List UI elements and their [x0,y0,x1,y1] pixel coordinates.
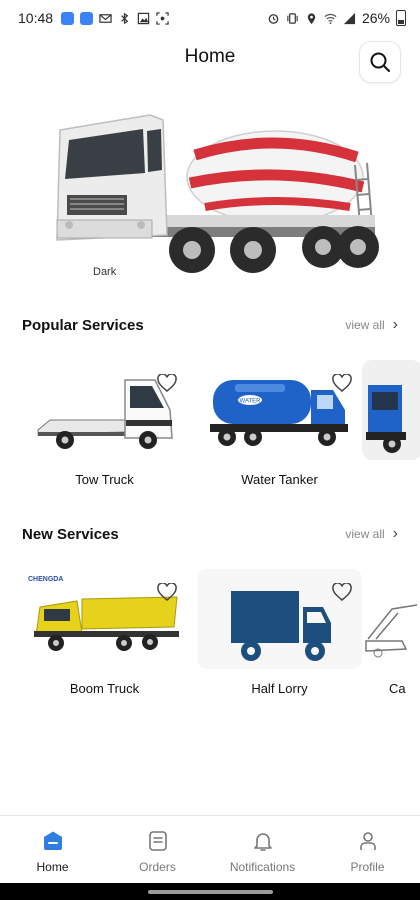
view-all-label: view all [345,318,385,332]
vibrate-icon [287,12,298,24]
nav-label: Notifications [229,860,296,874]
profile-icon [355,828,381,854]
heart-icon [157,583,177,601]
banner-mixer-truck-image[interactable] [45,95,380,290]
new-view-all-link[interactable]: view all › [345,525,398,543]
screenshot-icon [156,11,169,25]
status-left: 10:48 [18,10,169,26]
favorite-button[interactable] [331,372,353,394]
mail-icon [99,13,112,23]
tank-label: WATER [239,399,261,405]
card-label: Tow Truck [75,472,134,487]
nav-profile[interactable]: Profile [315,816,420,883]
service-card-partial[interactable] [362,360,420,505]
card-label: Ca [389,681,406,696]
banner-caption: Dark [93,266,117,278]
popular-services-header: Popular Services view all › [22,316,398,334]
favorite-button[interactable] [156,581,178,603]
popular-services-row[interactable]: Tow Truck WATER Water Tanker [22,360,420,505]
favorite-button[interactable] [156,372,178,394]
nav-label: Profile [350,860,385,874]
bell-icon [250,828,276,854]
nav-home[interactable]: Home [0,816,105,883]
app-header: Home [0,36,420,83]
heart-icon [157,374,177,392]
chevron-right-icon: › [392,316,398,333]
brand-logo-text: CHENGDA [28,576,63,583]
status-right: 26% [267,10,406,26]
nav-notifications[interactable]: Notifications [210,816,315,883]
wifi-icon [324,13,337,24]
home-gesture-handle[interactable] [148,890,273,894]
alarm-icon [268,13,279,24]
service-card-tow-truck[interactable]: Tow Truck [22,360,187,505]
section-title: New Services [22,525,119,543]
app-notification-icon [80,11,94,25]
status-bar: 10:48 26% [0,0,420,36]
signal-icon [343,12,356,24]
status-time: 10:48 [18,10,54,26]
section-title: Popular Services [22,316,144,334]
battery-percent: 26% [361,10,390,26]
service-card-water-tanker[interactable]: WATER Water Tanker [197,360,362,505]
home-icon [40,828,66,854]
heart-icon [332,583,352,601]
service-card-boom-truck[interactable]: CHENGDA Boom Truck [22,569,187,714]
gallery-icon [137,12,150,24]
app-notification-icon [61,11,75,25]
nav-label: Home [36,860,69,874]
search-icon [370,52,390,72]
system-navigation-bar [0,883,420,900]
new-services-row[interactable]: CHENGDA Boom Truck Half Lorry Ca [22,569,420,714]
card-image [362,360,420,460]
location-icon [307,12,316,24]
favorite-button[interactable] [331,581,353,603]
service-card-half-lorry[interactable]: Half Lorry [197,569,362,714]
bluetooth-icon [121,12,129,24]
service-card-partial[interactable]: Ca [362,569,420,714]
card-label: Water Tanker [241,472,318,487]
card-label: Half Lorry [251,681,308,696]
popular-view-all-link[interactable]: view all › [345,316,398,334]
card-label: Boom Truck [69,681,140,696]
view-all-label: view all [345,527,385,541]
truck-image [366,385,406,453]
card-image [362,569,420,669]
search-button[interactable] [359,41,401,83]
heart-icon [332,374,352,392]
chevron-right-icon: › [392,525,398,542]
nav-label: Orders [139,860,176,874]
orders-icon [145,828,171,854]
battery-icon [396,10,406,26]
crane-image [365,604,418,658]
page-title: Home [184,46,236,67]
bottom-navigation: Home Orders Notifications Profile [0,815,420,883]
new-services-header: New Services view all › [22,525,398,543]
nav-orders[interactable]: Orders [105,816,210,883]
